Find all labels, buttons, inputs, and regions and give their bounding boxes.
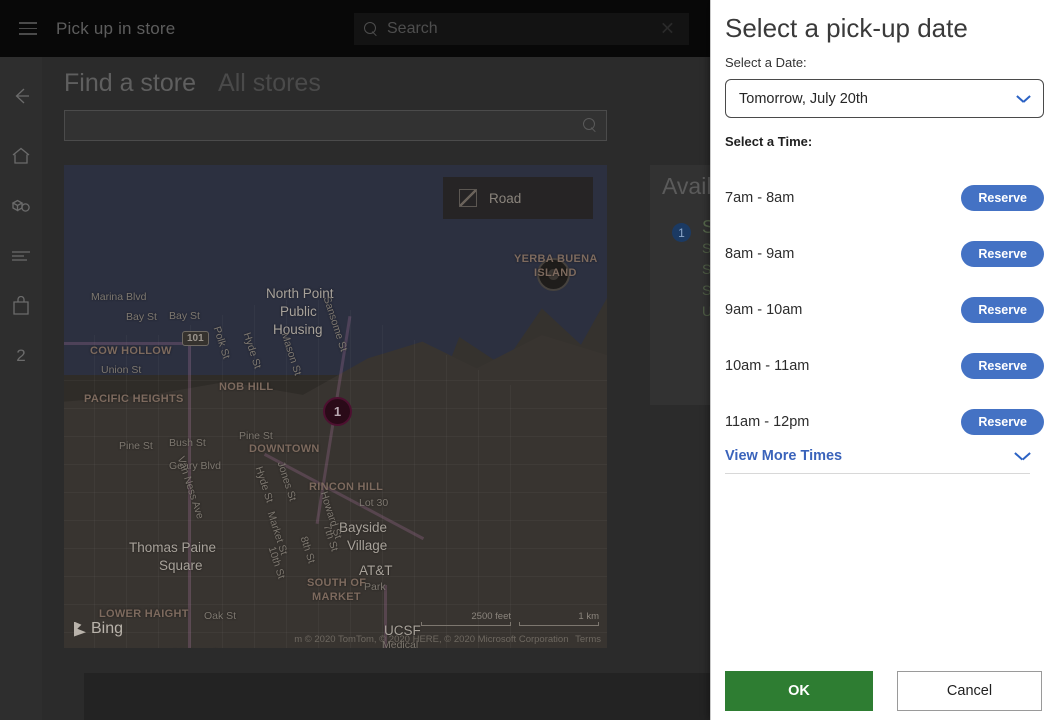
ok-button[interactable]: OK — [725, 671, 873, 711]
map-label: Park — [364, 581, 386, 593]
dialog-footer: OK Cancel — [725, 671, 1042, 711]
global-search-placeholder: Search — [387, 20, 438, 38]
chevron-down-icon — [1015, 452, 1030, 460]
reserve-button[interactable]: Reserve — [961, 353, 1044, 379]
search-icon — [583, 118, 598, 133]
shopping-bag-icon[interactable] — [0, 281, 42, 331]
map-scale-bar: 2500 feet 1 km — [421, 611, 599, 626]
map-label: AT&T — [359, 563, 393, 578]
app-root: Pick up in store Search ✕ 2 — [0, 0, 1056, 720]
bing-wordmark: Bing — [91, 620, 123, 638]
time-slot-label: 11am - 12pm — [725, 414, 809, 430]
search-icon — [364, 22, 379, 37]
map-label: Square — [159, 558, 203, 573]
map-label: RINCON HILL — [309, 481, 383, 493]
map-type-label: Road — [489, 191, 521, 206]
time-slot-label: 10am - 11am — [725, 358, 809, 374]
bing-mark-icon — [74, 622, 86, 637]
time-slot-row: 8am - 9am Reserve — [725, 226, 1044, 282]
map-attribution: m © 2020 TomTom, © 2020 HERE, © 2020 Mic… — [294, 634, 601, 645]
scale-metric: 1 km — [519, 611, 599, 626]
map-layer-icon — [459, 189, 477, 207]
map-label: Oak St — [204, 610, 236, 622]
highway-shield: 101 — [182, 331, 209, 346]
reserve-button[interactable]: Reserve — [961, 185, 1044, 211]
map-label: Marina Blvd — [91, 291, 146, 303]
info-badge: 1 — [672, 223, 691, 242]
map-label: MARKET — [312, 591, 361, 603]
close-icon[interactable]: ✕ — [660, 19, 675, 40]
app-title: Pick up in store — [56, 19, 175, 39]
map-label: PACIFIC HEIGHTS — [84, 393, 184, 405]
store-search-input[interactable] — [64, 110, 607, 141]
hamburger-icon[interactable] — [0, 0, 56, 57]
map-label: Bush St — [169, 437, 206, 449]
time-slot-row: 10am - 11am Reserve — [725, 338, 1044, 394]
reserve-button[interactable]: Reserve — [961, 241, 1044, 267]
list-icon[interactable] — [0, 231, 42, 281]
map-label: Public — [280, 304, 317, 319]
reserve-button[interactable]: Reserve — [961, 297, 1044, 323]
products-icon[interactable] — [0, 181, 42, 231]
chevron-down-icon — [1017, 95, 1030, 103]
map-label: NOB HILL — [219, 381, 273, 393]
map-label: Bay St — [169, 310, 200, 322]
time-slot-label: 8am - 9am — [725, 246, 794, 262]
cart-count: 2 — [0, 331, 42, 381]
time-slot-list: 7am - 8amReserve8am - 9amReserve9am - 10… — [725, 170, 1044, 450]
date-field-label: Select a Date: — [725, 55, 807, 70]
time-slot-row: 11am - 12pm Reserve — [725, 394, 1044, 450]
dialog-title: Select a pick-up date — [725, 13, 968, 44]
map-label: Bay St — [126, 311, 157, 323]
home-icon[interactable] — [0, 131, 42, 181]
all-stores-link[interactable]: All stores — [218, 69, 321, 98]
time-slot-row: 7am - 8am Reserve — [725, 170, 1044, 226]
map-label: Village — [347, 538, 387, 553]
left-rail: 2 — [0, 57, 42, 720]
map-label: Lot 30 — [359, 497, 388, 509]
global-search-input[interactable]: Search ✕ — [354, 13, 689, 45]
map-canvas[interactable]: 1 Road North PointPublicHousingMarina Bl… — [64, 165, 607, 648]
map-label: Pine St — [239, 430, 273, 442]
map-label: Bayside — [339, 520, 387, 535]
map-label: Valencia — [174, 647, 225, 648]
map-label: ISLAND — [534, 267, 577, 279]
map-label: YERBA BUENA — [514, 253, 598, 265]
time-slot-row: 9am - 10am Reserve — [725, 282, 1044, 338]
pickup-date-dialog: Select a pick-up date Select a Date: Tom… — [710, 0, 1056, 720]
map-label: DOWNTOWN — [249, 443, 320, 455]
map-label: Thomas Paine — [129, 540, 216, 555]
cancel-button[interactable]: Cancel — [897, 671, 1042, 711]
view-more-times-label: View More Times — [725, 448, 842, 464]
time-field-label: Select a Time: — [725, 134, 812, 149]
date-dropdown-value: Tomorrow, July 20th — [739, 91, 868, 107]
time-slot-label: 9am - 10am — [725, 302, 802, 318]
map-label: LOWER HAIGHT — [99, 608, 189, 620]
page-title: Find a store — [64, 69, 196, 98]
map-label: SOUTH OF — [307, 577, 366, 589]
back-arrow-icon[interactable] — [0, 71, 42, 121]
map-pin-1[interactable]: 1 — [323, 397, 352, 426]
map-pin-label: 1 — [334, 404, 341, 419]
bing-logo: Bing — [74, 620, 123, 638]
time-slot-label: 7am - 8am — [725, 190, 794, 206]
view-more-times-button[interactable]: View More Times — [725, 448, 1030, 474]
map-terms-link[interactable]: Terms — [575, 634, 601, 645]
scale-imperial: 2500 feet — [421, 611, 511, 626]
map-type-button[interactable]: Road — [443, 177, 593, 219]
date-dropdown[interactable]: Tomorrow, July 20th — [725, 79, 1044, 118]
map-label: COW HOLLOW — [90, 345, 172, 357]
reserve-button[interactable]: Reserve — [961, 409, 1044, 435]
map-label: Union St — [101, 364, 141, 376]
map-label: Pine St — [119, 440, 153, 452]
page-headings: Find a store All stores — [64, 69, 321, 98]
